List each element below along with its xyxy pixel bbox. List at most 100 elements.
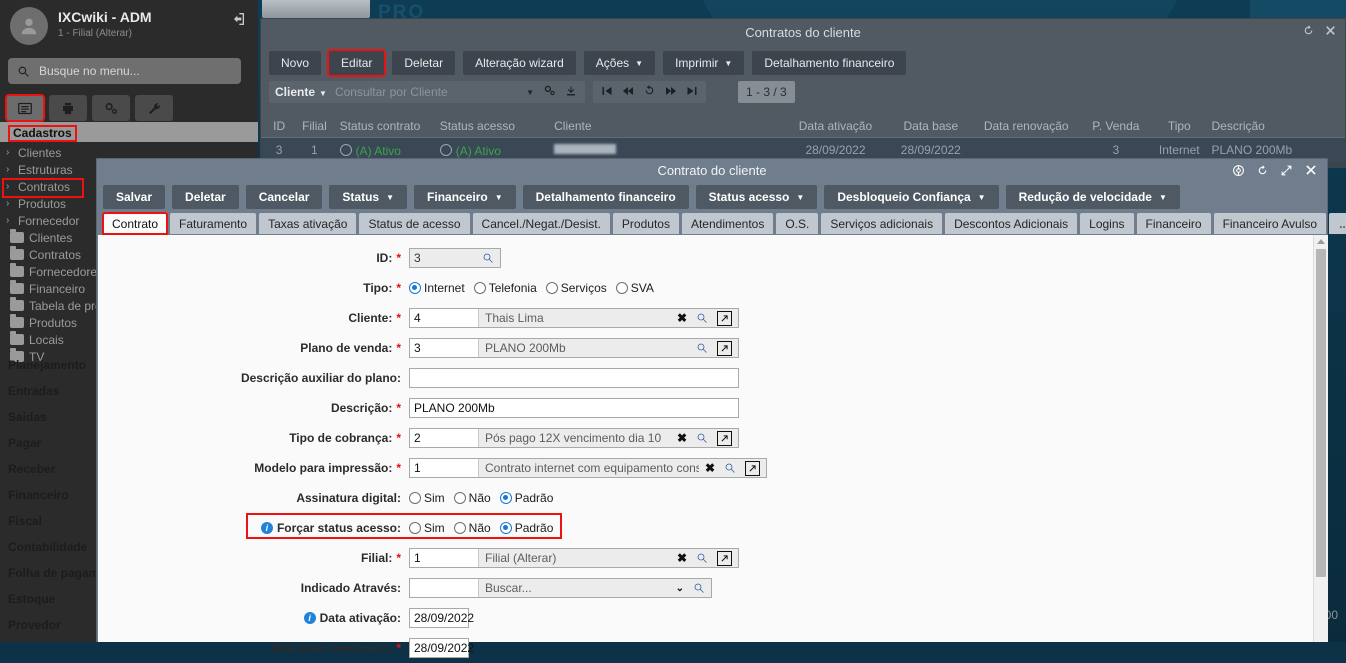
modal-toolbar-status-button[interactable]: Status ▼ <box>329 185 408 209</box>
data-ativacao-input[interactable]: 28/09/2022 <box>409 608 474 628</box>
logout-icon[interactable] <box>230 11 246 27</box>
tipo-cobranca-key-input[interactable]: 2 <box>410 429 479 447</box>
filter-field-select[interactable]: Cliente ▼ <box>275 85 327 99</box>
modal-toolbar-salvar-button[interactable]: Salvar <box>103 185 166 209</box>
col-cliente[interactable]: Cliente <box>554 119 783 133</box>
radio-tipo-internet[interactable]: Internet <box>409 281 465 295</box>
last-page-icon[interactable] <box>686 85 698 100</box>
id-input[interactable]: 3 <box>409 248 501 268</box>
clear-icon[interactable]: ✖ <box>705 461 715 475</box>
cliente-lookup[interactable]: 4 Thais Lima ✖ <box>409 308 739 328</box>
tab-logins[interactable]: Logins <box>1080 213 1134 234</box>
bg-toolbar-editar-button[interactable]: Editar <box>327 49 387 77</box>
clear-icon[interactable]: ✖ <box>677 431 687 445</box>
info-icon[interactable]: i <box>303 612 316 624</box>
tipo-cobranca-lookup[interactable]: 2 Pós pago 12X vencimento dia 10 ✖ <box>409 428 739 448</box>
radio-assinatura-nao[interactable]: Não <box>453 491 491 505</box>
col-data-ativacao[interactable]: Data ativação <box>783 119 888 133</box>
tab-o-s-[interactable]: O.S. <box>776 213 819 234</box>
info-icon[interactable]: i <box>260 522 273 534</box>
col-tipo[interactable]: Tipo <box>1153 119 1205 133</box>
plano-venda-key-input[interactable]: 3 <box>410 339 479 357</box>
tab-contrato[interactable]: Contrato <box>101 212 169 235</box>
modal-toolbar-redu-o-de-velocidade-button[interactable]: Redução de velocidade ▼ <box>1005 185 1180 209</box>
search-icon[interactable] <box>696 552 708 564</box>
bg-toolbar-deletar-button[interactable]: Deletar <box>392 51 456 75</box>
open-external-icon[interactable] <box>717 310 732 326</box>
tab-atendimentos[interactable]: Atendimentos <box>681 213 774 234</box>
radio-forcar-padrao[interactable]: Padrão <box>499 521 553 535</box>
modal-toolbar-cancelar-button[interactable]: Cancelar <box>245 185 323 209</box>
tab-more[interactable]: ... <box>1329 213 1346 234</box>
col-data-base[interactable]: Data base <box>888 119 974 133</box>
prev-page-icon[interactable] <box>622 85 634 100</box>
chevron-down-icon[interactable]: ▼ <box>526 88 534 97</box>
user-filial[interactable]: 1 - Filial (Alterar) <box>58 28 132 39</box>
bg-toolbar-imprimir-button[interactable]: Imprimir ▼ <box>663 51 745 75</box>
modal-toolbar-detalhamento-financeiro-button[interactable]: Detalhamento financeiro <box>522 185 689 209</box>
bg-toolbar-altera-o-wizard-button[interactable]: Alteração wizard <box>463 51 576 75</box>
tab-faturamento[interactable]: Faturamento <box>170 213 257 234</box>
indicado-atraves-lookup[interactable]: Buscar... ⌄ <box>409 578 712 598</box>
next-page-icon[interactable] <box>665 85 677 100</box>
expand-icon[interactable] <box>1280 164 1293 180</box>
filial-key-input[interactable]: 1 <box>410 549 479 567</box>
open-external-icon[interactable] <box>717 340 732 356</box>
descricao-input[interactable]: PLANO 200Mb <box>409 398 739 418</box>
tab-cancel-negat-desist-[interactable]: Cancel./Negat./Desist. <box>472 213 610 234</box>
cliente-key-input[interactable]: 4 <box>410 309 479 327</box>
radio-tipo-telefonia[interactable]: Telefonia <box>473 281 537 295</box>
col-data-renovacao[interactable]: Data renovação <box>974 119 1079 133</box>
tab-servi-os-adicionais[interactable]: Serviços adicionais <box>821 213 943 234</box>
clear-icon[interactable]: ✖ <box>677 311 687 325</box>
list-icon[interactable] <box>5 94 45 122</box>
first-page-icon[interactable] <box>601 85 613 100</box>
radio-tipo-sva[interactable]: SVA <box>615 281 654 295</box>
search-icon[interactable] <box>696 342 708 354</box>
chevron-down-icon[interactable]: ⌄ <box>676 583 684 594</box>
wrench-icon[interactable] <box>135 95 173 121</box>
modal-toolbar-desbloqueio-confian-a-button[interactable]: Desbloqueio Confiança ▼ <box>824 185 999 209</box>
radio-forcar-sim[interactable]: Sim <box>409 521 445 535</box>
tab-descontos-adicionais[interactable]: Descontos Adicionais <box>945 213 1078 234</box>
open-external-icon[interactable] <box>745 460 760 476</box>
radio-assinatura-sim[interactable]: Sim <box>409 491 445 505</box>
tab-taxas-ativa-o[interactable]: Taxas ativação <box>259 213 357 234</box>
modal-scrollbar[interactable] <box>1313 235 1328 642</box>
col-status-acesso[interactable]: Status acesso <box>440 119 554 133</box>
printer-icon[interactable] <box>49 95 87 121</box>
close-icon[interactable] <box>1324 24 1337 40</box>
open-external-icon[interactable] <box>717 430 732 446</box>
search-icon[interactable] <box>696 432 708 444</box>
filter-input-placeholder[interactable]: Consultar por Cliente <box>335 85 526 99</box>
modelo-impressao-lookup[interactable]: 1 Contrato internet com equipamento cons… <box>409 458 767 478</box>
gears-icon[interactable] <box>92 95 130 121</box>
col-descricao[interactable]: Descrição <box>1206 119 1346 133</box>
filter-bar[interactable]: Cliente ▼ Consultar por Cliente ▼ <box>269 81 585 103</box>
modal-toolbar-deletar-button[interactable]: Deletar <box>172 185 239 209</box>
browser-tab[interactable] <box>262 0 370 18</box>
tab-status-de-acesso[interactable]: Status de acesso <box>359 213 470 234</box>
col-p-venda[interactable]: P. Venda <box>1079 119 1153 133</box>
search-input[interactable]: Busque no menu... <box>8 58 241 84</box>
close-icon[interactable] <box>1304 163 1318 180</box>
radio-forcar-nao[interactable]: Não <box>453 521 491 535</box>
col-filial[interactable]: Filial <box>297 119 331 133</box>
open-external-icon[interactable] <box>717 550 732 566</box>
bg-toolbar-novo-button[interactable]: Novo <box>269 51 322 75</box>
modal-toolbar-financeiro-button[interactable]: Financeiro ▼ <box>414 185 516 209</box>
scroll-up-icon[interactable] <box>1317 239 1325 244</box>
tab-produtos[interactable]: Produtos <box>612 213 679 234</box>
radio-tipo-servicos[interactable]: Serviços <box>545 281 607 295</box>
plano-venda-lookup[interactable]: 3 PLANO 200Mb <box>409 338 739 358</box>
indicado-atraves-key-input[interactable] <box>410 579 479 597</box>
search-icon[interactable] <box>482 252 494 267</box>
bg-toolbar-detalhamento-financeiro-button[interactable]: Detalhamento financeiro <box>752 51 907 75</box>
col-id[interactable]: ID <box>261 119 297 133</box>
settings-icon[interactable] <box>543 84 556 100</box>
radio-assinatura-padrao[interactable]: Padrão <box>499 491 553 505</box>
modelo-impressao-key-input[interactable]: 1 <box>410 459 479 477</box>
descricao-auxiliar-input[interactable] <box>409 368 739 388</box>
history-icon[interactable] <box>1302 24 1315 40</box>
help-icon[interactable] <box>1232 164 1245 180</box>
